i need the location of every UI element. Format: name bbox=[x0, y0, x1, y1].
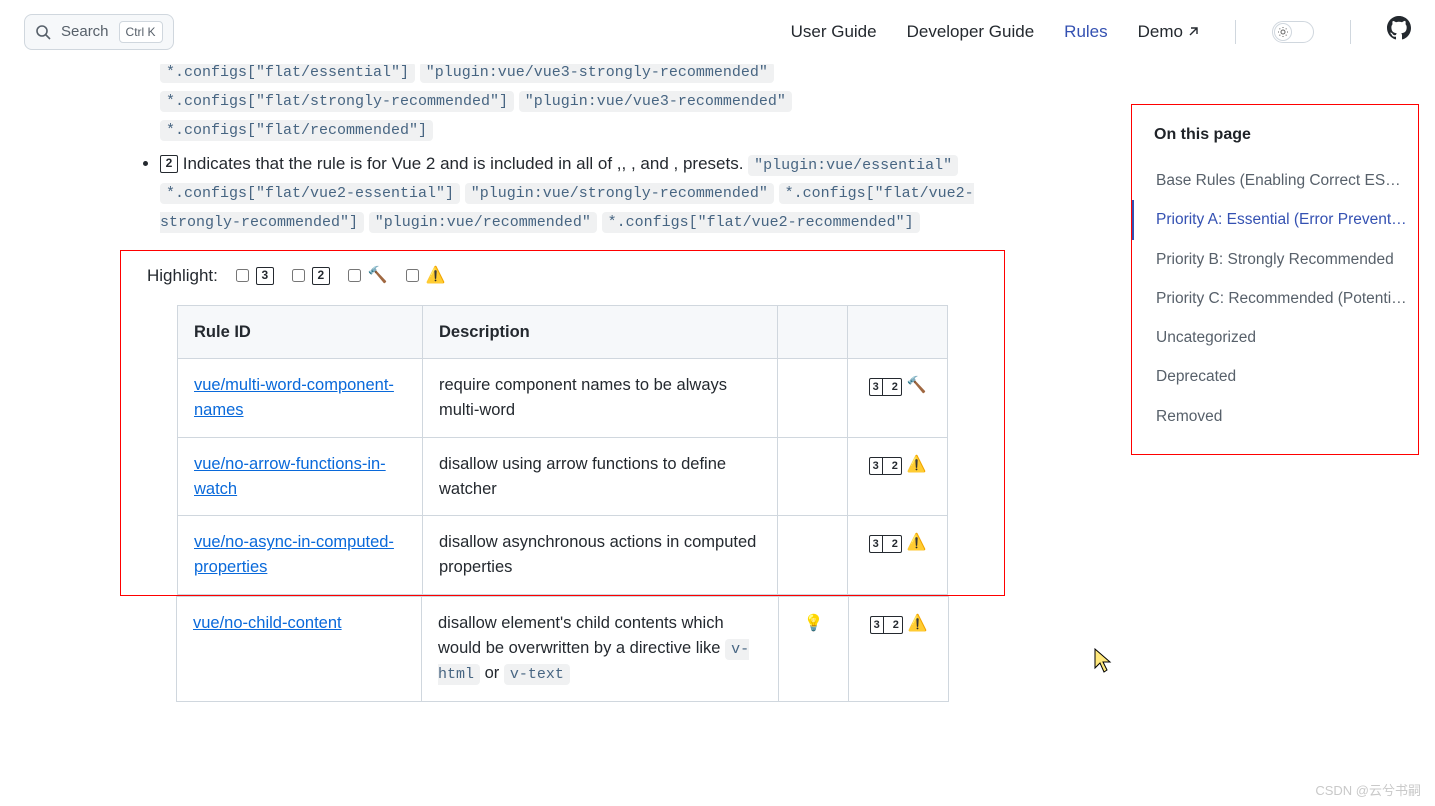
code-chip: "plugin:vue/vue3-strongly-recommended" bbox=[420, 64, 774, 83]
toc-item[interactable]: Uncategorized bbox=[1132, 318, 1408, 357]
th-col3 bbox=[778, 305, 848, 359]
watermark: CSDN @云兮书嗣 bbox=[1315, 781, 1421, 801]
rule-link[interactable]: vue/no-arrow-functions-in-watch bbox=[194, 455, 386, 498]
main-content: 3 Indicates that the rule is for Vue 3 a… bbox=[0, 64, 1075, 806]
filter-and-table-region: Highlight: 3 2 🔨 ⚠️ Rule ID Description … bbox=[120, 250, 1005, 596]
warning-icon: ⚠️ bbox=[426, 264, 446, 288]
code-chip: *.configs["flat/vue2-recommended"] bbox=[602, 212, 920, 233]
nav-user-guide[interactable]: User Guide bbox=[791, 19, 877, 45]
rule-link[interactable]: vue/multi-word-component-names bbox=[194, 376, 394, 419]
th-rule-id: Rule ID bbox=[178, 305, 423, 359]
rule-link[interactable]: vue/no-child-content bbox=[193, 614, 342, 632]
app-header: Search Ctrl K User Guide Developer Guide… bbox=[0, 0, 1435, 64]
rule-badges-cell: 32 ⚠️ bbox=[848, 437, 948, 516]
rule-description: disallow element's child contents which … bbox=[422, 596, 779, 701]
toc-item[interactable]: Priority A: Essential (Error Prevention) bbox=[1132, 200, 1408, 239]
search-kbd: Ctrl K bbox=[119, 21, 163, 43]
toc-item[interactable]: Priority C: Recommended (Potentially Dan… bbox=[1132, 279, 1408, 318]
filter-suggestion-checkbox[interactable] bbox=[406, 269, 419, 282]
vue3-vue2-badge: 32 bbox=[870, 616, 903, 634]
vue3-vue2-badge: 32 bbox=[869, 535, 902, 553]
code-chip: v-text bbox=[504, 664, 570, 685]
rule-link[interactable]: vue/no-async-in-computed-properties bbox=[194, 533, 394, 576]
rule-badges-cell: 32 ⚠️ bbox=[849, 596, 949, 701]
on-this-page-toc: On this page Base Rules (Enabling Correc… bbox=[1131, 104, 1419, 455]
nav-demo[interactable]: Demo bbox=[1138, 19, 1199, 45]
hammer-icon: 🔨 bbox=[368, 264, 388, 288]
code-chip: *.configs["flat/recommended"] bbox=[160, 120, 433, 141]
filter-vue3[interactable]: 3 bbox=[232, 266, 274, 285]
th-description: Description bbox=[423, 305, 778, 359]
filter-vue2-checkbox[interactable] bbox=[292, 269, 305, 282]
table-row: vue/no-arrow-functions-in-watch disallow … bbox=[178, 437, 948, 516]
rule-suggestion-cell bbox=[778, 437, 848, 516]
toc-title: On this page bbox=[1154, 123, 1408, 147]
rule-badges-cell: 32 🔨 bbox=[848, 359, 948, 438]
filter-fixable[interactable]: 🔨 bbox=[344, 264, 388, 288]
code-chip: "plugin:vue/strongly-recommended" bbox=[465, 183, 774, 204]
toc-item[interactable]: Priority B: Strongly Recommended bbox=[1132, 240, 1408, 279]
filter-fixable-checkbox[interactable] bbox=[348, 269, 361, 282]
code-chip: *.configs["flat/essential"] bbox=[160, 64, 415, 83]
toc-item[interactable]: Removed bbox=[1132, 397, 1408, 436]
th-col4 bbox=[848, 305, 948, 359]
github-icon bbox=[1387, 16, 1411, 40]
warning-icon: ⚠️ bbox=[906, 456, 926, 473]
toc-item[interactable]: Deprecated bbox=[1132, 357, 1408, 396]
nav-divider-2 bbox=[1350, 20, 1351, 44]
rule-description: require component names to be always mul… bbox=[423, 359, 778, 438]
rules-table: Rule ID Description vue/multi-word-compo… bbox=[177, 305, 948, 595]
note-vue2: 2 Indicates that the rule is for Vue 2 a… bbox=[160, 150, 1005, 237]
rule-description: disallow asynchronous actions in compute… bbox=[423, 516, 778, 595]
filter-vue3-checkbox[interactable] bbox=[236, 269, 249, 282]
nav-rules[interactable]: Rules bbox=[1064, 19, 1107, 45]
search-icon bbox=[35, 24, 51, 40]
rule-suggestion-cell: 💡 bbox=[779, 596, 849, 701]
rules-table-overflow: vue/no-child-content disallow element's c… bbox=[176, 596, 949, 702]
top-nav: User Guide Developer Guide Rules Demo bbox=[791, 16, 1411, 48]
rule-suggestion-cell bbox=[778, 516, 848, 595]
search-placeholder: Search bbox=[61, 21, 109, 44]
code-chip: "plugin:vue/vue3-recommended" bbox=[519, 91, 792, 112]
nav-developer-guide[interactable]: Developer Guide bbox=[907, 19, 1035, 45]
note-vue2-text: Indicates that the rule is for Vue 2 and… bbox=[183, 154, 748, 173]
nav-divider bbox=[1235, 20, 1236, 44]
rule-badges-cell: 32 ⚠️ bbox=[848, 516, 948, 595]
warning-icon: ⚠️ bbox=[907, 615, 927, 632]
hammer-icon: 🔨 bbox=[906, 377, 926, 394]
code-chip: *.configs["flat/strongly-recommended"] bbox=[160, 91, 514, 112]
warning-icon: ⚠️ bbox=[906, 534, 926, 551]
rule-suggestion-cell bbox=[778, 359, 848, 438]
table-row: vue/no-child-content disallow element's c… bbox=[177, 596, 949, 701]
vue3-glyph-icon: 3 bbox=[256, 267, 274, 285]
filter-suggestion[interactable]: ⚠️ bbox=[402, 264, 446, 288]
highlight-label: Highlight: bbox=[147, 263, 218, 289]
filter-vue2[interactable]: 2 bbox=[288, 266, 330, 285]
github-link[interactable] bbox=[1387, 16, 1411, 48]
vue3-vue2-badge: 32 bbox=[869, 457, 902, 475]
vue2-glyph-icon: 2 bbox=[312, 267, 330, 285]
theme-toggle-knob bbox=[1274, 23, 1292, 41]
rule-description: disallow using arrow functions to define… bbox=[423, 437, 778, 516]
table-row: vue/multi-word-component-names require co… bbox=[178, 359, 948, 438]
preset-notes-list: 3 Indicates that the rule is for Vue 3 a… bbox=[120, 64, 1005, 236]
mouse-cursor-icon bbox=[1094, 648, 1114, 674]
bulb-icon: 💡 bbox=[804, 615, 824, 632]
theme-toggle[interactable] bbox=[1272, 21, 1314, 43]
external-link-icon bbox=[1187, 26, 1199, 38]
search-box[interactable]: Search Ctrl K bbox=[24, 14, 174, 51]
table-row: vue/no-async-in-computed-properties disal… bbox=[178, 516, 948, 595]
code-chip: v-html bbox=[438, 639, 749, 686]
code-chip: "plugin:vue/essential" bbox=[748, 155, 958, 176]
note-vue3: 3 Indicates that the rule is for Vue 3 a… bbox=[160, 64, 1005, 144]
vue3-vue2-badge: 32 bbox=[869, 378, 902, 396]
toc-list: Base Rules (Enabling Correct ESLint Pars… bbox=[1132, 161, 1408, 436]
highlight-filter-row: Highlight: 3 2 🔨 ⚠️ bbox=[121, 251, 1004, 295]
code-chip: *.configs["flat/vue2-essential"] bbox=[160, 183, 460, 204]
vue2-glyph: 2 bbox=[160, 155, 178, 173]
sun-icon bbox=[1277, 26, 1289, 38]
nav-demo-label: Demo bbox=[1138, 19, 1183, 45]
toc-item[interactable]: Base Rules (Enabling Correct ESLint Pars… bbox=[1132, 161, 1408, 200]
code-chip: "plugin:vue/recommended" bbox=[369, 212, 597, 233]
